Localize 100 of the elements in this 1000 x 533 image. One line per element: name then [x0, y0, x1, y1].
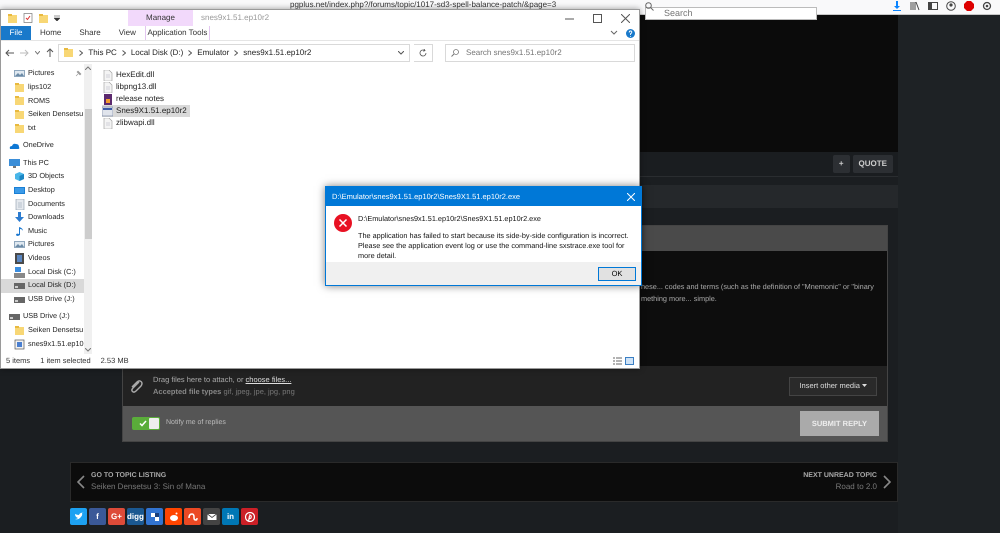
scrollbar[interactable] [84, 64, 92, 354]
share-button[interactable]: in [222, 508, 239, 525]
chevron-right-icon[interactable] [234, 50, 238, 56]
context-group-label: Manage [128, 10, 193, 26]
twitter-icon [74, 512, 84, 522]
email-share-button[interactable] [203, 508, 220, 525]
close-icon[interactable] [620, 14, 630, 22]
stumbleupon-icon [188, 512, 198, 522]
back-arrow-icon[interactable] [5, 48, 14, 56]
image-icon [14, 68, 25, 80]
folder-icon [14, 109, 25, 120]
window-title: snes9x1.51.ep10r2 [201, 12, 270, 24]
sync-icon[interactable] [982, 1, 992, 11]
dropdown-icon[interactable] [54, 15, 60, 21]
download-icon[interactable] [892, 1, 902, 11]
adblock-icon[interactable] [964, 1, 974, 11]
account-icon[interactable] [946, 1, 956, 11]
post-button[interactable]: QUOTE [852, 155, 893, 173]
pinterest-share-button[interactable] [241, 508, 258, 525]
image-icon [14, 239, 25, 250]
reddit-share-button[interactable] [165, 508, 182, 525]
breadcrumb[interactable]: snes9x1.51.ep10r2 [243, 46, 312, 58]
email-icon [206, 512, 216, 522]
help-icon[interactable] [626, 28, 635, 38]
cube-icon [14, 171, 25, 182]
search-icon [645, 2, 654, 11]
monitor-icon [9, 158, 20, 169]
search-icon [451, 48, 460, 56]
breadcrumb[interactable]: Emulator [197, 46, 230, 58]
share-button[interactable]: G+ [108, 508, 125, 525]
scroll-down-icon [85, 348, 91, 352]
file-item[interactable]: release notes [102, 93, 168, 105]
file-item[interactable]: HexEdit.dll [102, 69, 158, 81]
up-arrow-icon[interactable] [46, 48, 54, 57]
ribbon-tab[interactable]: View [110, 26, 145, 40]
folder-icon [14, 324, 25, 336]
file-icon [102, 82, 113, 92]
monitor-icon [14, 185, 25, 196]
recent-dropdown-icon[interactable] [35, 50, 40, 54]
folder-icon [14, 95, 25, 106]
chevron-right-icon[interactable] [188, 50, 192, 56]
shortcut-icon [14, 338, 25, 350]
paperclip-icon [129, 378, 143, 394]
search-field[interactable]: Search snes9x1.51.ep10r2 [445, 44, 636, 62]
ribbon-tab[interactable]: Application Tools [144, 26, 210, 40]
chevron-right-icon[interactable] [122, 50, 126, 56]
drive-icon [14, 266, 25, 278]
folder-icon [14, 82, 25, 93]
chevron-down-icon[interactable] [610, 30, 618, 36]
stumbleupon-share-button[interactable] [184, 508, 201, 525]
file-icon [102, 70, 113, 80]
film-icon [14, 253, 25, 264]
maximize-icon[interactable] [592, 14, 602, 22]
properties-icon[interactable] [23, 13, 33, 23]
post-button[interactable]: + [832, 155, 850, 173]
folder-icon [63, 47, 74, 58]
file-item[interactable]: Snes9X1.51.ep10r2 [102, 105, 190, 117]
share-button[interactable]: f [89, 508, 106, 525]
search-field[interactable]: Search [645, 7, 817, 20]
document-icon [102, 94, 113, 104]
share-button[interactable]: digg [127, 508, 144, 525]
document-icon [14, 198, 25, 210]
library-icon[interactable] [910, 1, 920, 11]
folder-icon [7, 12, 18, 24]
previous-topic-title[interactable]: Seiken Densetsu 3: Sin of Mana [91, 481, 206, 494]
file-item[interactable]: zlibwapi.dll [102, 117, 158, 129]
reddit-icon [168, 512, 178, 522]
download-arrow-icon [14, 212, 25, 224]
drive-icon [9, 311, 20, 322]
delicious-icon [150, 512, 160, 522]
pinterest-icon [244, 512, 254, 522]
file-icon [102, 118, 113, 128]
error-icon [334, 214, 352, 232]
ribbon-tab[interactable]: Home [31, 26, 70, 40]
application-icon [102, 106, 113, 116]
ribbon-tab[interactable]: File [1, 26, 31, 40]
dropdown-icon[interactable] [398, 50, 404, 54]
ribbon-tab[interactable]: Share [70, 26, 110, 40]
address-field[interactable]: This PC Local Disk (D:) Emulator snes9x1.51.ep10r2 [58, 44, 410, 62]
folder-icon [14, 122, 25, 134]
refresh-button[interactable] [414, 44, 434, 62]
twitter-share-button[interactable] [70, 508, 87, 525]
check-icon [139, 420, 147, 427]
breadcrumb[interactable]: This PC [88, 46, 117, 58]
large-icons-view-icon[interactable] [625, 357, 634, 365]
delicious-share-button[interactable] [146, 508, 163, 525]
chevron-left-icon[interactable] [77, 475, 85, 489]
chevron-right-icon[interactable] [883, 475, 891, 489]
chevron-right-icon[interactable] [79, 50, 84, 56]
next-topic-title[interactable]: Road to 2.0 [803, 481, 877, 494]
details-view-icon[interactable] [613, 357, 622, 365]
sidebar-icon[interactable] [928, 1, 938, 11]
breadcrumb[interactable]: Local Disk (D:) [130, 46, 184, 58]
drive-icon [14, 280, 25, 292]
caret-icon [862, 384, 867, 388]
folder-icon [38, 12, 49, 24]
refresh-icon [418, 48, 427, 56]
music-note-icon [14, 226, 25, 237]
notify-toggle[interactable] [132, 417, 160, 430]
file-item[interactable]: libpng13.dll [102, 81, 160, 93]
